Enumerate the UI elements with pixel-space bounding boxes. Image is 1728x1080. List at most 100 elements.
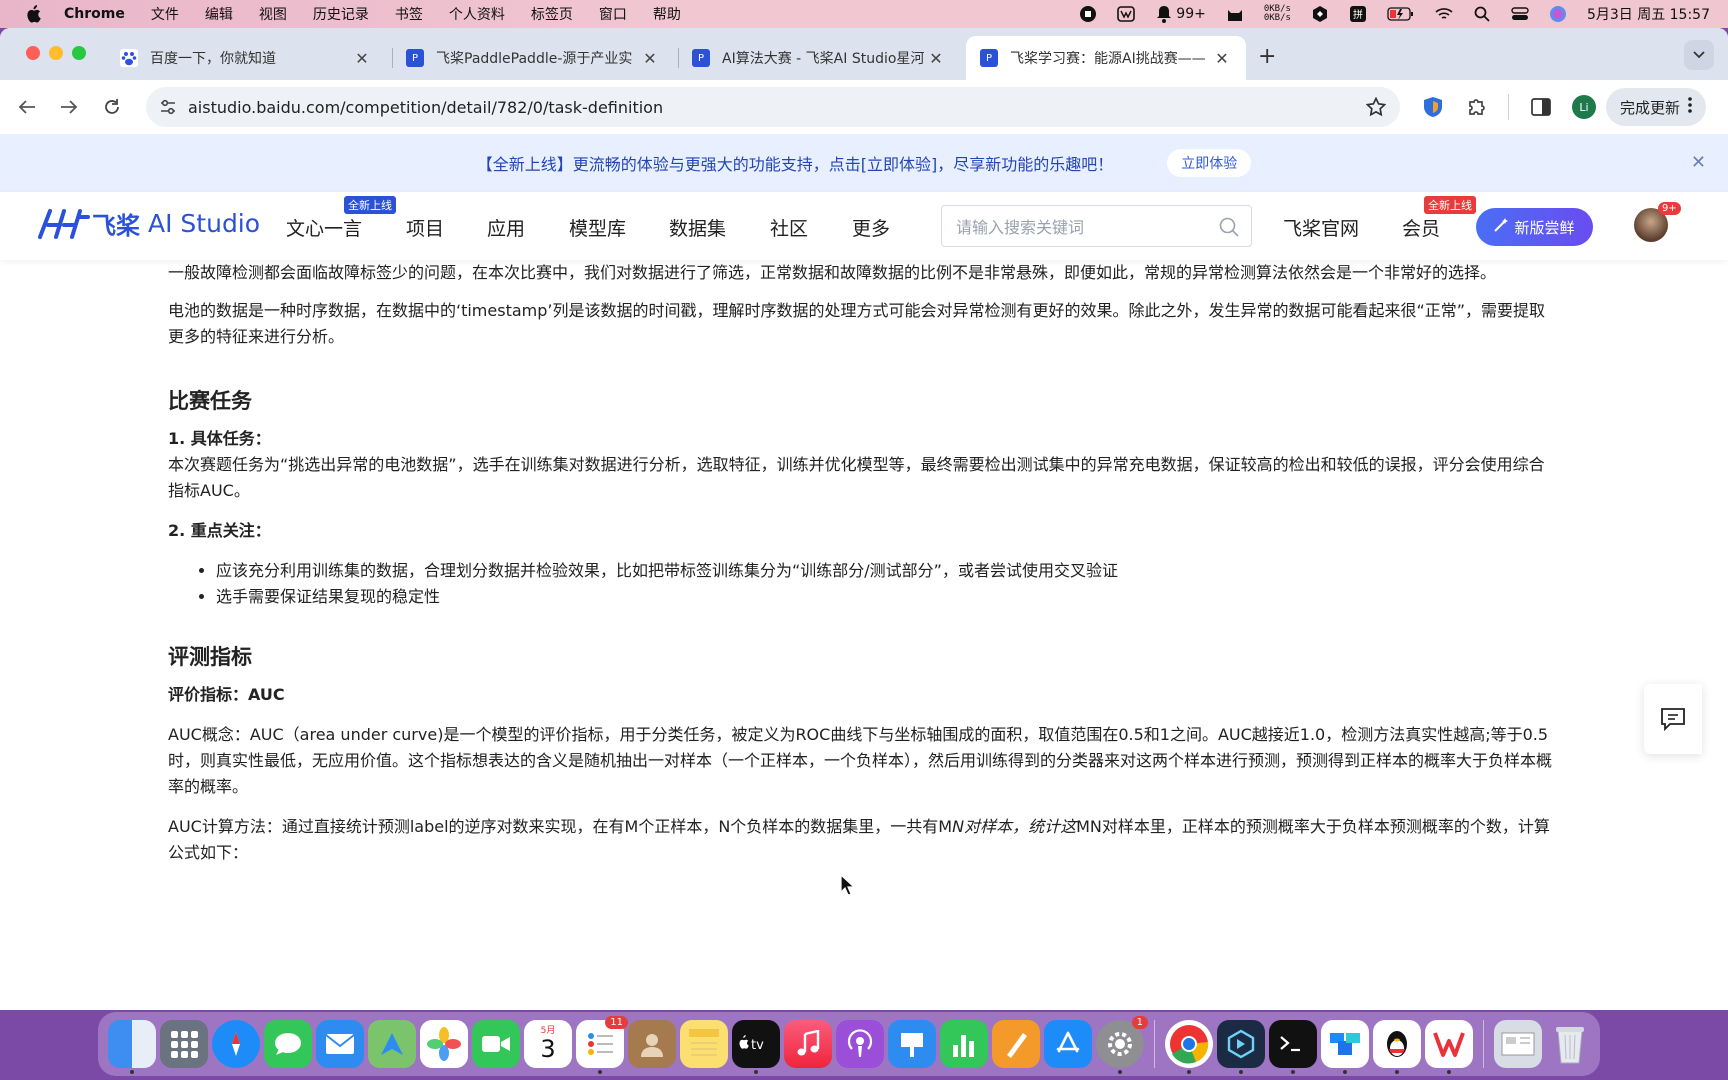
menu-edit[interactable]: 编辑 <box>205 4 233 24</box>
tab-paddle-home[interactable]: P 飞桨PaddlePaddle-源于产业实 ✕ <box>392 36 674 80</box>
tab-search-button[interactable] <box>1684 40 1714 70</box>
competition-article: 一般故障检测都会面临故障标签少的问题，在本次比赛中，我们对数据进行了筛选，正常数… <box>168 260 1556 878</box>
finder-icon[interactable] <box>108 1020 156 1074</box>
reload-icon[interactable] <box>101 96 123 118</box>
vpn-shield-icon[interactable] <box>1311 5 1329 23</box>
extensions-puzzle-icon[interactable] <box>1466 96 1488 118</box>
nav-paddle-official[interactable]: 飞桨官网 <box>1283 214 1359 241</box>
nav-datasets[interactable]: 数据集 <box>669 214 726 241</box>
menu-tabs[interactable]: 标签页 <box>531 4 573 24</box>
siri-icon[interactable] <box>1549 5 1567 23</box>
downloads-stack-icon[interactable] <box>1494 1020 1542 1068</box>
menu-window[interactable]: 窗口 <box>599 4 627 24</box>
nav-apps[interactable]: 应用 <box>487 214 525 241</box>
nav-membership[interactable]: 会员 <box>1402 214 1440 241</box>
menu-profiles[interactable]: 个人资料 <box>449 4 505 24</box>
tab-energy-ai-active[interactable]: P 飞桨学习赛：能源AI挑战赛—— ✕ <box>966 36 1246 80</box>
search-icon[interactable] <box>1219 217 1239 241</box>
wps-office-icon[interactable] <box>1425 1020 1473 1074</box>
terminal-icon[interactable] <box>1269 1020 1317 1074</box>
menu-history[interactable]: 历史记录 <box>313 4 369 24</box>
wechat-work-icon[interactable] <box>1117 5 1136 23</box>
menu-view[interactable]: 视图 <box>259 4 287 24</box>
contacts-icon[interactable] <box>628 1020 676 1068</box>
feedback-button[interactable] <box>1644 684 1702 754</box>
cat-app-icon[interactable] <box>1226 5 1244 23</box>
safari-compass-icon[interactable] <box>212 1020 260 1068</box>
menu-file[interactable]: 文件 <box>151 4 179 24</box>
profile-avatar[interactable]: Li <box>1572 95 1596 119</box>
qq-penguin-icon[interactable] <box>1373 1020 1421 1074</box>
nav-more[interactable]: 更多 <box>852 214 890 241</box>
calendar-icon[interactable]: 5月 3 <box>524 1020 572 1068</box>
forward-arrow-icon[interactable] <box>58 96 80 118</box>
app-store-icon[interactable] <box>1044 1020 1092 1068</box>
back-arrow-icon[interactable] <box>16 96 38 118</box>
banner-close-icon[interactable]: ✕ <box>1691 152 1706 173</box>
menu-app-chrome[interactable]: Chrome <box>64 6 125 22</box>
numbers-icon[interactable] <box>940 1020 988 1068</box>
close-tab-icon[interactable]: ✕ <box>926 49 946 68</box>
system-settings-gear-icon[interactable]: 1 <box>1096 1016 1148 1074</box>
menubar-clock[interactable]: 5月3日 周五 15:57 <box>1587 4 1710 24</box>
notes-icon[interactable] <box>680 1020 728 1068</box>
try-now-button[interactable]: 立即体验 <box>1167 149 1252 177</box>
notification-indicator[interactable]: 99+ <box>1155 5 1206 23</box>
input-method-icon[interactable]: 拼 <box>1349 5 1367 23</box>
trash-icon[interactable] <box>1546 1020 1594 1068</box>
new-tab-button[interactable]: + <box>1258 44 1276 69</box>
keynote-icon[interactable] <box>888 1020 936 1068</box>
close-tab-icon[interactable]: ✕ <box>1212 49 1232 68</box>
menu-bookmarks[interactable]: 书签 <box>395 4 423 24</box>
close-tab-icon[interactable]: ✕ <box>352 49 372 68</box>
close-window-button[interactable] <box>26 46 40 60</box>
music-icon[interactable] <box>784 1020 832 1068</box>
bookmark-star-icon[interactable] <box>1365 96 1387 121</box>
menu-help[interactable]: 帮助 <box>653 4 681 24</box>
chrome-icon[interactable] <box>1165 1020 1213 1074</box>
podcasts-icon[interactable] <box>836 1020 884 1068</box>
address-bar[interactable]: aistudio.baidu.com/competition/detail/78… <box>146 87 1400 127</box>
nav-wenxin[interactable]: 文心一言 <box>286 214 362 241</box>
wifi-icon[interactable] <box>1435 5 1453 23</box>
launchpad-icon[interactable] <box>160 1020 208 1068</box>
url-text[interactable]: aistudio.baidu.com/competition/detail/78… <box>188 98 663 117</box>
control-center-icon[interactable] <box>1511 5 1529 23</box>
nav-model-hub[interactable]: 模型库 <box>569 214 626 241</box>
minimize-window-button[interactable] <box>49 46 63 60</box>
maximize-window-button[interactable] <box>72 46 86 60</box>
photos-icon[interactable] <box>420 1020 468 1068</box>
avatar-notification-badge: 9+ <box>1658 202 1681 215</box>
site-header: 飞桨 AI Studio 文心一言 全新上线 项目 应用 模型库 数据集 社区 … <box>0 192 1728 260</box>
reminders-icon[interactable]: 11 <box>576 1016 628 1074</box>
banner-text: 【全新上线】更流畅的体验与更强大的功能支持，点击[立即体验]，尽享新功能的乐趣吧… <box>476 155 1114 174</box>
vpn-client-icon[interactable] <box>1217 1020 1265 1074</box>
apple-tv-icon[interactable]: tv <box>732 1020 780 1074</box>
site-info-icon[interactable] <box>158 97 178 121</box>
apple-menu-icon[interactable] <box>22 3 44 25</box>
tab-baidu[interactable]: 百度一下，你就知道 ✕ <box>106 36 386 80</box>
pages-icon[interactable] <box>992 1020 1040 1068</box>
lark-feishu-icon[interactable] <box>1321 1020 1369 1074</box>
nav-projects[interactable]: 项目 <box>406 214 444 241</box>
maps-icon[interactable] <box>368 1020 416 1068</box>
record-stop-icon[interactable] <box>1079 5 1097 23</box>
logo-text-cn: 飞桨 <box>92 212 140 240</box>
side-panel-icon[interactable] <box>1530 96 1552 118</box>
messages-icon[interactable] <box>264 1020 312 1068</box>
site-search-input[interactable]: 请输入搜索关键词 <box>941 205 1252 247</box>
update-chrome-button[interactable]: 完成更新 <box>1605 88 1706 126</box>
mail-icon[interactable] <box>316 1020 364 1068</box>
mouse-cursor-icon <box>840 874 856 896</box>
site-logo[interactable]: 飞桨 AI Studio <box>34 206 260 241</box>
tab-ai-contest[interactable]: P AI算法大赛 - 飞桨AI Studio星河 ✕ <box>678 36 960 80</box>
new-version-button[interactable]: 新版尝鲜 <box>1476 208 1593 246</box>
spotlight-search-icon[interactable] <box>1473 5 1491 23</box>
extension-shield-icon[interactable] <box>1422 96 1444 118</box>
nav-community[interactable]: 社区 <box>770 214 808 241</box>
tab-title: AI算法大赛 - 飞桨AI Studio星河 <box>722 51 925 67</box>
close-tab-icon[interactable]: ✕ <box>640 49 660 68</box>
facetime-icon[interactable] <box>472 1020 520 1068</box>
tab-title: 飞桨学习赛：能源AI挑战赛—— <box>1010 51 1206 67</box>
battery-icon[interactable] <box>1387 5 1415 23</box>
